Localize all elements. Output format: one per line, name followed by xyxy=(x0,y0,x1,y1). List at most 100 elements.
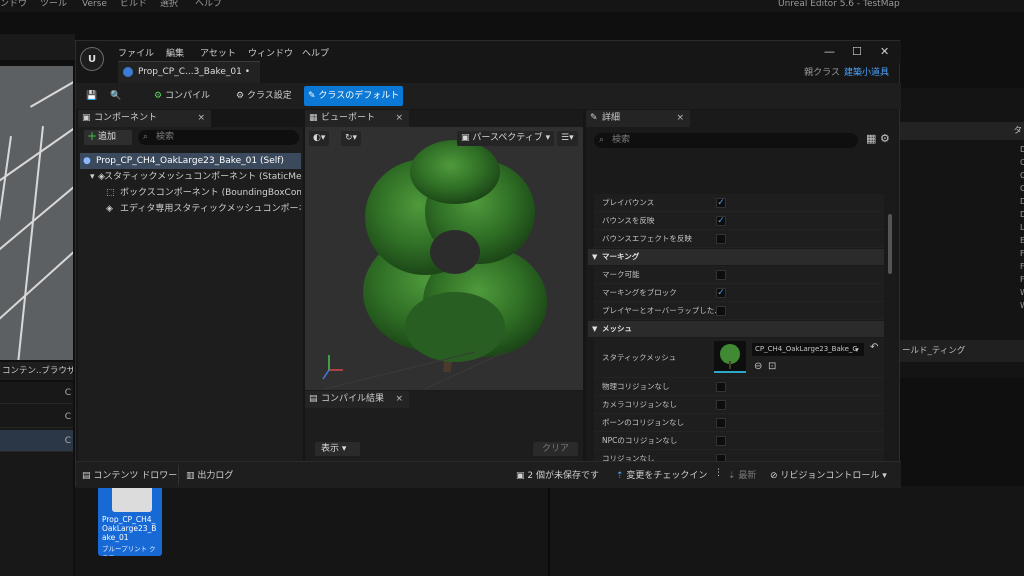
unsaved-button[interactable]: ▣ 2 個が未保存です xyxy=(516,468,599,481)
gear-icon[interactable]: ⚙ xyxy=(880,132,890,145)
menu-window[interactable]: ウィンドウ xyxy=(248,46,293,59)
list-item[interactable]: D xyxy=(1020,145,1024,154)
checkbox[interactable] xyxy=(716,418,726,428)
list-item[interactable]: W xyxy=(1020,301,1024,310)
tree-item-box[interactable]: ⬚ ボックスコンポーネント (BoundingBoxCompo xyxy=(106,185,301,201)
bg-menu-select[interactable]: 選択 xyxy=(160,0,178,9)
list-item[interactable]: F xyxy=(1020,249,1024,258)
asset-tab[interactable]: Prop_CP_C...3_Bake_01 • × xyxy=(118,61,260,97)
checkbox[interactable] xyxy=(716,436,726,446)
menu-file[interactable]: ファイル xyxy=(118,46,154,59)
add-component-button[interactable]: + 追加 xyxy=(84,129,132,145)
checkbox[interactable]: ✓ xyxy=(716,198,726,208)
reset-icon[interactable]: ↶ xyxy=(870,338,878,358)
checkbox[interactable] xyxy=(716,270,726,280)
section-marking[interactable]: ▼ マーキング xyxy=(588,249,884,265)
save-icon[interactable]: 💾 xyxy=(82,86,101,106)
bg-menu-build[interactable]: ビルド xyxy=(120,0,147,9)
perspective-dropdown[interactable]: ▣ パースペクティブ ▾ xyxy=(457,131,555,146)
chevron-down-icon[interactable]: ▾ xyxy=(855,343,859,356)
compile-button[interactable]: ⚙ コンパイル xyxy=(150,86,214,106)
menu-edit[interactable]: 編集 xyxy=(166,46,184,59)
browse-icon[interactable]: ⊡ xyxy=(768,360,776,373)
close-icon[interactable]: × xyxy=(395,391,403,408)
grid-view-icon[interactable]: ▦ xyxy=(866,132,876,145)
view-options-button[interactable]: ◐▾ xyxy=(309,131,330,146)
static-mesh-dropdown[interactable]: CP_CH4_OakLarge23_Bake_C xyxy=(752,343,864,356)
minimize-icon[interactable]: — xyxy=(824,45,835,58)
tab-details[interactable]: ✎ 詳細 × xyxy=(586,110,690,127)
latest-button[interactable]: ⇣ 最新 xyxy=(728,468,756,481)
list-item[interactable]: F xyxy=(1020,262,1024,271)
asset-tile[interactable]: Prop_CP_CH4_OakLarge23_Bake_01 ブループリント ク… xyxy=(98,478,162,556)
section-label: マーキング xyxy=(602,252,640,261)
tree-preview xyxy=(322,140,547,390)
list-item[interactable]: D xyxy=(1020,197,1024,206)
tree-item-static-mesh[interactable]: ▾ ◈ スタティックメッシュコンポーネント (StaticMesh xyxy=(90,169,301,185)
list-item[interactable]: L xyxy=(1020,223,1024,232)
tab-compile-results[interactable]: ▤ コンパイル結果 × xyxy=(305,391,409,408)
components-search-input[interactable]: ⌕ 検索 xyxy=(138,130,299,145)
show-dropdown[interactable]: 表示 ▾ xyxy=(315,442,360,456)
bg-content-browser-tab[interactable]: コンテン..ブラウザ × xyxy=(0,362,73,380)
mesh-thumbnail[interactable] xyxy=(714,341,746,373)
close-icon[interactable]: × xyxy=(395,110,403,127)
class-settings-label: クラス設定 xyxy=(246,91,292,101)
checkbox[interactable] xyxy=(716,382,726,392)
close-icon[interactable]: ✕ xyxy=(880,45,889,58)
more-icon[interactable]: ⋮ xyxy=(714,468,723,478)
menu-help[interactable]: ヘルプ xyxy=(302,46,329,59)
maximize-icon[interactable]: ☐ xyxy=(852,45,862,58)
prop-label: ポーンのコリジョンなし xyxy=(602,418,685,427)
search-icon: ⌕ xyxy=(599,135,605,145)
list-item[interactable]: W xyxy=(1020,288,1024,297)
camera-speed-button[interactable]: ↻▾ xyxy=(341,131,362,146)
viewport-canvas[interactable] xyxy=(305,127,583,390)
parent-class-link[interactable]: 建築小道具 xyxy=(844,68,889,78)
unreal-logo-icon: U xyxy=(80,47,104,71)
use-selected-icon[interactable]: ⊖ xyxy=(754,360,762,373)
bg-menu-window[interactable]: ンドウ xyxy=(0,0,27,9)
output-log-button[interactable]: ▥ 出力ログ xyxy=(186,468,233,481)
list-item[interactable]: C xyxy=(1020,158,1024,167)
details-search-input[interactable]: ⌕ 検索 xyxy=(594,133,858,148)
list-item[interactable]: C xyxy=(1020,184,1024,193)
bg-menu-help[interactable]: ヘルプ xyxy=(195,0,222,9)
checkbox[interactable] xyxy=(716,234,726,244)
checkbox[interactable] xyxy=(716,400,726,410)
menu-asset[interactable]: アセット xyxy=(200,46,236,59)
list-item[interactable]: C xyxy=(0,430,73,452)
class-settings-button[interactable]: ⚙ クラス設定 xyxy=(232,86,296,106)
content-drawer-button[interactable]: ▤ コンテンツ ドロワー xyxy=(82,468,177,481)
expand-icon[interactable]: ▾ xyxy=(90,169,95,185)
clear-button[interactable]: クリア xyxy=(533,442,578,456)
bg-menu-verse[interactable]: Verse xyxy=(82,0,107,9)
list-item[interactable]: E xyxy=(1020,236,1024,245)
source-control-button[interactable]: ⊘ リビジョンコントロール ▾ xyxy=(770,468,887,481)
list-item[interactable]: F xyxy=(1020,275,1024,284)
tab-components[interactable]: ▣ コンポーネント × xyxy=(78,110,211,127)
class-defaults-button[interactable]: ✎ クラスのデフォルト xyxy=(304,86,404,106)
details-scrollbar[interactable] xyxy=(888,214,892,274)
bg-menu-tools[interactable]: ツール xyxy=(40,0,67,9)
tree-item-self[interactable]: ● Prop_CP_CH4_OakLarge23_Bake_01 (Self) xyxy=(80,153,301,169)
list-item[interactable]: C xyxy=(0,406,73,428)
browse-icon[interactable]: 🔍 xyxy=(106,86,125,106)
list-item[interactable]: C xyxy=(1020,171,1024,180)
sync-icon: ⇣ xyxy=(728,471,736,481)
close-icon[interactable]: × xyxy=(197,110,205,127)
list-item[interactable]: C xyxy=(0,382,73,404)
bg-world-settings-tab[interactable]: ールド_ティング xyxy=(900,340,1024,362)
bg-level-viewport[interactable] xyxy=(0,66,73,360)
check-in-button[interactable]: ⇡ 変更をチェックイン xyxy=(616,468,707,481)
close-icon[interactable]: × xyxy=(676,110,684,127)
checkbox[interactable]: ✓ xyxy=(716,216,726,226)
checkbox[interactable]: ✓ xyxy=(716,288,726,298)
list-item[interactable]: D xyxy=(1020,210,1024,219)
section-mesh[interactable]: ▼ メッシュ xyxy=(588,321,884,337)
viewport-menu-button[interactable]: ☰▾ xyxy=(557,131,578,146)
tab-viewport[interactable]: ▦ ビューポート × xyxy=(305,110,409,127)
tree-item-editor-mesh[interactable]: ◈ エディタ専用スタティックメッシュコンポーネン xyxy=(106,201,301,217)
checkbox[interactable] xyxy=(716,306,726,316)
static-mesh-row: スタティックメッシュ CP_CH4_OakLarge23_Bake_C ▾ ⊖ … xyxy=(594,338,884,378)
